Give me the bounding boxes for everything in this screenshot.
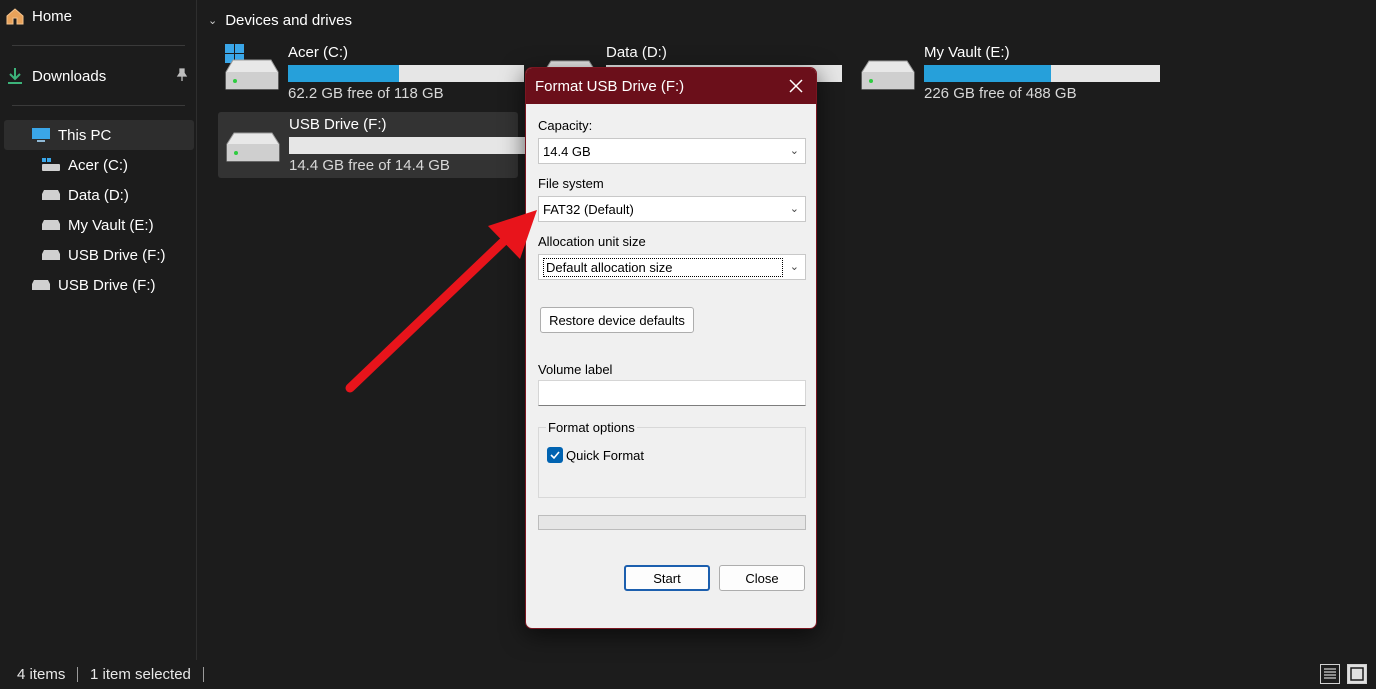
sidebar-item-label: Acer (C:): [68, 156, 128, 174]
quick-format-checkbox[interactable]: [547, 447, 563, 463]
computer-icon: [30, 126, 52, 144]
close-button[interactable]: Close: [719, 565, 805, 591]
restore-defaults-button[interactable]: Restore device defaults: [540, 307, 694, 333]
sidebar-item-label: Home: [32, 7, 73, 25]
divider: [77, 667, 78, 682]
drive-icon: [226, 132, 280, 162]
usage-bar: [924, 65, 1160, 82]
details-view-icon[interactable]: [1320, 664, 1340, 684]
drive-icon: [40, 186, 62, 204]
capacity-select[interactable]: 14.4 GB ⌄: [538, 138, 806, 164]
selection-count: 1 item selected: [90, 666, 191, 683]
section-title: Devices and drives: [225, 12, 352, 29]
drive-tile-my-vault-e[interactable]: My Vault (E:) 226 GB free of 488 GB: [853, 40, 1160, 106]
drive-icon: [30, 276, 52, 294]
usage-bar: [289, 137, 525, 154]
close-icon[interactable]: [782, 72, 810, 100]
drive-name: My Vault (E:): [924, 44, 1010, 61]
drive-icon: [40, 246, 62, 264]
tiles-view-icon[interactable]: [1347, 664, 1367, 684]
sidebar-item-acer-c[interactable]: Acer (C:): [4, 150, 194, 180]
sidebar-item-this-pc[interactable]: This PC: [4, 120, 194, 150]
usage-bar: [288, 65, 524, 82]
sidebar-item-data-d[interactable]: Data (D:): [4, 180, 194, 210]
section-header[interactable]: ⌄ Devices and drives: [208, 12, 352, 29]
chevron-down-icon: ⌄: [789, 261, 799, 273]
pin-icon[interactable]: [176, 67, 188, 85]
drive-icon: [861, 60, 915, 90]
usage-fill: [288, 65, 399, 82]
sidebar-item-label: My Vault (E:): [68, 216, 154, 234]
quick-format-label[interactable]: Quick Format: [566, 448, 644, 463]
volume-label-input[interactable]: [538, 380, 806, 406]
sidebar-item-home[interactable]: Home: [4, 1, 194, 31]
start-button[interactable]: Start: [624, 565, 710, 591]
divider: [12, 105, 185, 106]
system-drive-icon: [225, 44, 279, 90]
chevron-down-icon: ⌄: [208, 15, 218, 27]
capacity-label: Capacity:: [538, 118, 593, 133]
file-system-label: File system: [538, 176, 604, 191]
dialog-title: Format USB Drive (F:): [535, 77, 685, 95]
sidebar-item-usb-drive-f[interactable]: USB Drive (F:): [4, 240, 194, 270]
chevron-down-icon: ⌄: [789, 203, 799, 215]
divider: [12, 45, 185, 46]
sidebar-item-label: USB Drive (F:): [68, 246, 166, 264]
dialog-title-bar[interactable]: Format USB Drive (F:): [526, 68, 816, 104]
capacity-value: 14.4 GB: [543, 143, 591, 159]
drive-tile-acer-c[interactable]: Acer (C:) 62.2 GB free of 118 GB: [217, 40, 524, 106]
drive-name: Acer (C:): [288, 44, 348, 61]
drive-name: Data (D:): [606, 44, 667, 61]
drive-name: USB Drive (F:): [289, 116, 387, 133]
sidebar-item-my-vault-e[interactable]: My Vault (E:): [4, 210, 194, 240]
volume-label-label: Volume label: [538, 362, 613, 377]
chevron-down-icon: ⌄: [789, 145, 799, 157]
drive-icon: [40, 216, 62, 234]
sidebar-item-usb-drive-root[interactable]: USB Drive (F:): [4, 270, 194, 300]
system-drive-icon: [40, 156, 62, 174]
allocation-unit-select[interactable]: Default allocation size ⌄: [538, 254, 806, 280]
allocation-unit-label: Allocation unit size: [538, 234, 646, 249]
item-count: 4 items: [17, 666, 66, 683]
drive-tile-usb-drive-f[interactable]: USB Drive (F:) 14.4 GB free of 14.4 GB: [218, 112, 525, 178]
sidebar-item-label: Downloads: [32, 67, 107, 85]
format-dialog: Format USB Drive (F:) Capacity: 14.4 GB …: [525, 67, 817, 629]
status-bar: 4 items 1 item selected: [0, 660, 1376, 689]
usage-fill: [924, 65, 1052, 82]
sidebar-item-label: This PC: [58, 126, 112, 144]
drive-free-space: 226 GB free of 488 GB: [924, 85, 1077, 102]
allocation-unit-value: Default allocation size: [543, 257, 783, 277]
format-progress-bar: [538, 515, 806, 530]
home-icon: [4, 7, 26, 25]
sidebar-item-label: USB Drive (F:): [58, 276, 156, 294]
file-system-select[interactable]: FAT32 (Default) ⌄: [538, 196, 806, 222]
navigation-pane: Home Downloads This PC Acer (C:) Data (D…: [0, 0, 197, 660]
drive-free-space: 14.4 GB free of 14.4 GB: [289, 157, 450, 174]
drive-free-space: 62.2 GB free of 118 GB: [288, 85, 444, 102]
sidebar-item-downloads[interactable]: Downloads: [4, 61, 194, 91]
file-system-value: FAT32 (Default): [543, 201, 634, 217]
download-icon: [4, 67, 26, 85]
format-options-title: Format options: [546, 420, 637, 435]
sidebar-item-label: Data (D:): [68, 186, 129, 204]
divider: [203, 667, 204, 682]
